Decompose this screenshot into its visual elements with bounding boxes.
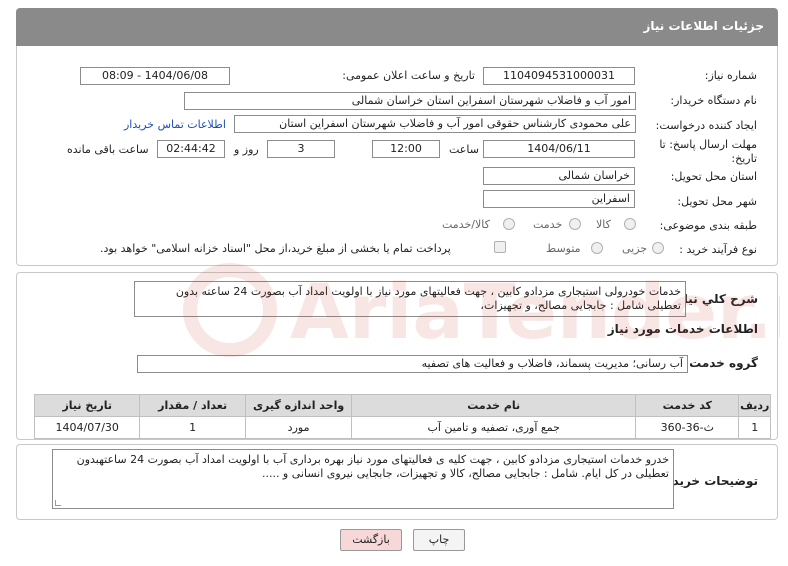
buyer-notes-text[interactable]: خدرو خدمات استیجاری مزدادو کابین ، جهت ک…: [52, 449, 674, 509]
province-label: استان محل تحویل:: [670, 170, 757, 183]
page-header: جزئیات اطلاعات نیاز: [16, 8, 778, 46]
process-radio-medium[interactable]: [591, 242, 603, 254]
print-button[interactable]: چاپ: [413, 529, 465, 551]
resize-grip-icon[interactable]: [55, 500, 61, 506]
payment-note: پرداخت تمام یا بخشی از مبلغ خرید،از محل …: [100, 242, 451, 255]
contact-buyer-link[interactable]: اطلاعات تماس خریدار: [124, 118, 226, 131]
col-header-unit: واحد اندازه گیری: [244, 394, 353, 417]
city-field: اسفراین: [483, 190, 635, 208]
buyer-org-field: امور آب و فاضلاب شهرستان اسفراین استان خ…: [184, 92, 636, 110]
buyer-org-label: نام دستگاه خریدار:: [670, 94, 757, 107]
service-group-field: آب رسانی؛ مدیریت پسماند، فاضلاب و فعالیت…: [137, 355, 688, 373]
services-table: ردیف کد خدمت نام خدمت واحد اندازه گیری ت…: [33, 394, 771, 439]
process-minor-label: جزیی: [622, 242, 648, 255]
cell-quantity: 1: [139, 416, 246, 439]
announce-label: تاریخ و ساعت اعلان عمومی:: [342, 69, 475, 82]
service-group-label: گروه خدمت:: [684, 356, 758, 370]
days-label: روز و: [234, 143, 259, 156]
page-title: جزئیات اطلاعات نیاز: [643, 19, 764, 33]
table-header-row: ردیف کد خدمت نام خدمت واحد اندازه گیری ت…: [33, 394, 771, 417]
category-radio-goods[interactable]: [624, 218, 636, 230]
process-medium-label: متوسط: [546, 242, 581, 255]
col-header-need-date: تاریخ نیاز: [33, 394, 141, 417]
cell-service-code: ث-36-360: [635, 416, 740, 439]
deadline-label: مهلت ارسال پاسخ: تا تاریخ:: [659, 138, 757, 165]
remaining-time-field: 02:44:42: [157, 140, 225, 158]
deadline-time-field: 12:00: [372, 140, 440, 158]
services-section-title: اطلاعات خدمات مورد نیاز: [607, 322, 758, 336]
buyer-notes-content: خدرو خدمات استیجاری مزدادو کابین ، جهت ک…: [76, 453, 669, 480]
process-label: نوع فرآیند خرید :: [679, 243, 757, 256]
requester-label: ایجاد کننده درخواست:: [655, 119, 757, 132]
need-number-label: شماره نیاز:: [704, 69, 757, 82]
col-header-service-code: کد خدمت: [635, 394, 740, 417]
deadline-time-label: ساعت: [449, 143, 479, 156]
treasury-checkbox[interactable]: [494, 241, 506, 253]
category-goods-label: کالا: [596, 218, 611, 231]
category-label: طبقه بندی موضوعی:: [659, 219, 757, 232]
category-service-label: خدمت: [533, 218, 563, 231]
city-label: شهر محل تحویل:: [677, 195, 757, 208]
deadline-date-field: 1404/06/11: [483, 140, 635, 158]
category-radio-service[interactable]: [569, 218, 581, 230]
cell-need-date: 1404/07/30: [33, 416, 141, 439]
col-header-row-no: ردیف: [738, 394, 771, 417]
category-goods-service-label: کالا/خدمت: [442, 218, 490, 231]
cell-row-no: 1: [738, 416, 771, 439]
back-button[interactable]: بازگشت: [340, 529, 402, 551]
announce-field: 1404/06/08 - 08:09: [80, 67, 230, 85]
days-field: 3: [267, 140, 335, 158]
process-radio-minor[interactable]: [652, 242, 664, 254]
cell-service-name: جمع آوری، تصفیه و تامین آب: [351, 416, 637, 439]
category-radio-goods-service[interactable]: [503, 218, 515, 230]
table-row: 1 ث-36-360 جمع آوری، تصفیه و تامین آب مو…: [33, 416, 771, 439]
cell-unit: مورد: [244, 416, 353, 439]
col-header-quantity: تعداد / مقدار: [139, 394, 246, 417]
summary-text[interactable]: خدمات خودرولی استیجاری مزدادو کابین ، جه…: [134, 281, 686, 317]
requester-field: علی محمودی کارشناس حقوقی امور آب و فاضلا…: [234, 115, 636, 133]
need-number-field: 1104094531000031: [483, 67, 635, 85]
province-field: خراسان شمالی: [483, 167, 635, 185]
col-header-service-name: نام خدمت: [351, 394, 637, 417]
remaining-label: ساعت باقی مانده: [67, 143, 149, 156]
